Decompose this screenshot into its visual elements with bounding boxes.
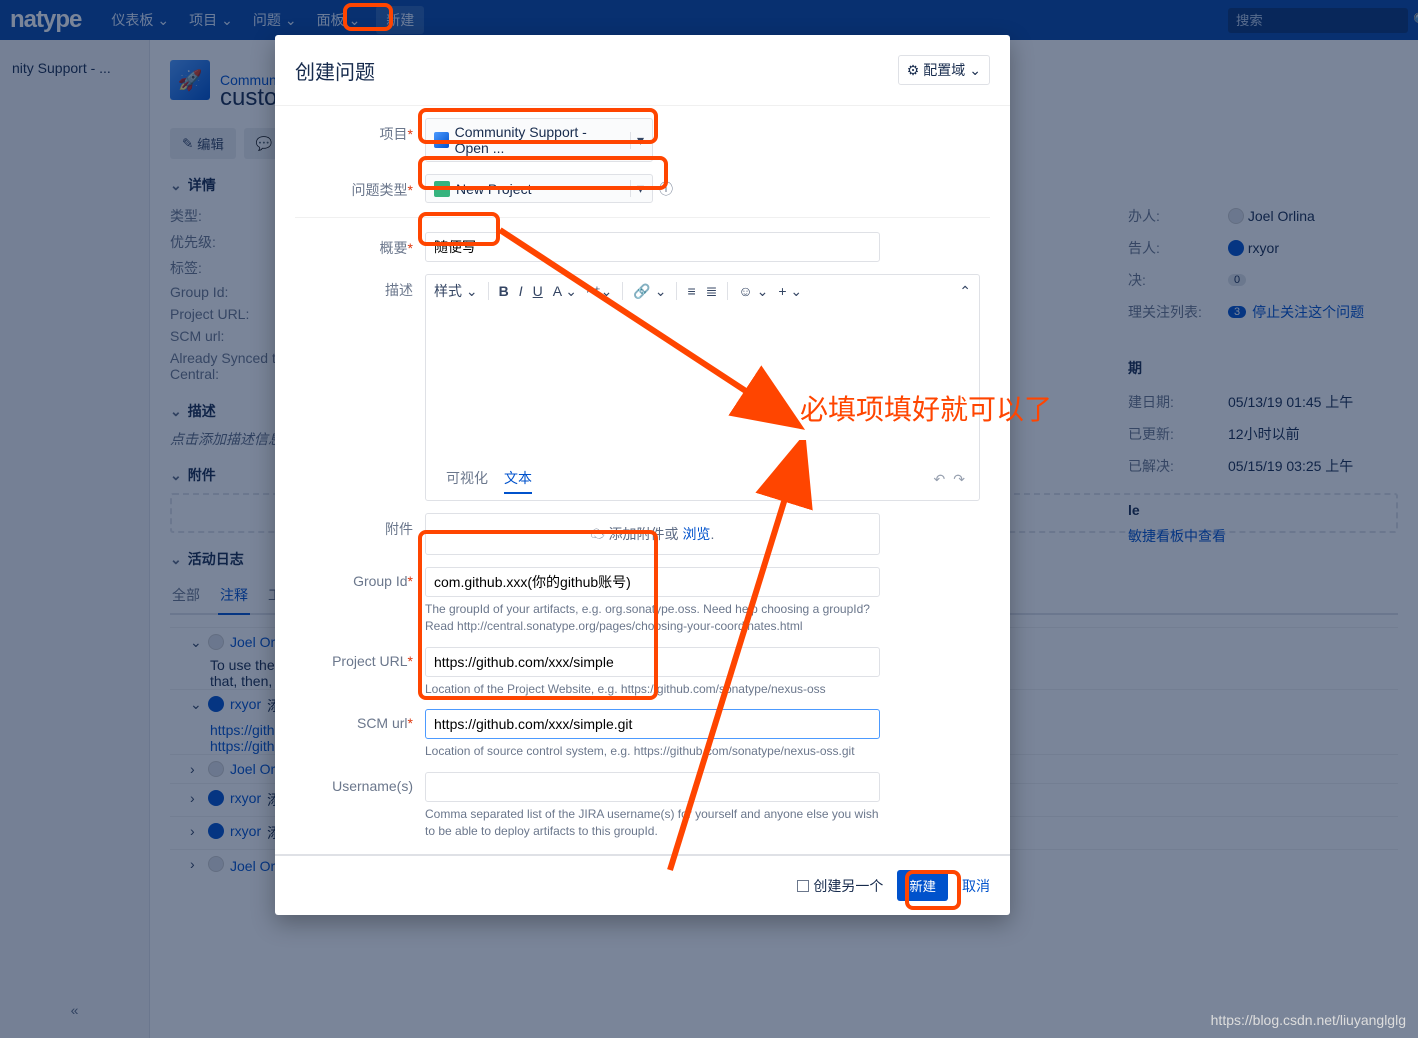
create-issue-modal: 创建问题 ⚙配置域⌄ 项目* Community Support - Open … [275, 35, 1010, 915]
color-icon[interactable]: A ⌄ [553, 283, 577, 300]
groupid-input[interactable] [425, 567, 880, 597]
attachment-label: 附件 [295, 513, 425, 539]
description-label: 描述 [295, 274, 425, 300]
projecturl-input[interactable] [425, 647, 880, 677]
editor-body[interactable] [426, 308, 979, 458]
create-another-checkbox[interactable]: 创建另一个 [797, 876, 883, 896]
chevron-down-icon: ⌄ [969, 62, 981, 79]
modal-body: 项目* Community Support - Open ...▾ 问题类型* … [275, 105, 1010, 854]
link-icon[interactable]: 🔗 ⌄ [633, 283, 666, 300]
editor-toolbar: 样式 ⌄ B I U A ⌄ ᴬ⁺⌄ 🔗 ⌄ ≡ ≣ ☺ ⌄ + ⌄ ⌃ [426, 275, 979, 308]
help-icon[interactable]: ⓘ [659, 179, 673, 199]
radio-none[interactable]: 无 [425, 852, 990, 854]
project-label: 项目* [295, 118, 425, 144]
chevron-down-icon: ▾ [630, 180, 644, 197]
cloud-upload-icon: ☁ [591, 526, 605, 542]
summary-input[interactable] [425, 232, 880, 262]
bold-icon[interactable]: B [499, 283, 509, 299]
watermark: https://blog.csdn.net/liuyanglglg [1211, 1012, 1406, 1028]
text-tab[interactable]: 文本 [504, 464, 532, 494]
groupid-hint: The groupId of your artifacts, e.g. org.… [425, 601, 880, 635]
redo-icon[interactable]: ↷ [953, 471, 965, 488]
collapse-icon[interactable]: ⌃ [959, 283, 971, 300]
scmurl-hint: Location of source control system, e.g. … [425, 743, 880, 760]
synced-label: Already Synced to Central [295, 852, 425, 854]
scmurl-input[interactable] [425, 709, 880, 739]
configure-fields-button[interactable]: ⚙配置域⌄ [898, 55, 990, 85]
undo-icon[interactable]: ↶ [934, 471, 946, 488]
groupid-label: Group Id* [295, 567, 425, 589]
username-label: Username(s) [295, 772, 425, 794]
numbered-list-icon[interactable]: ≣ [706, 283, 718, 300]
style-dropdown[interactable]: 样式 ⌄ [434, 281, 478, 301]
italic-icon[interactable]: I [519, 283, 523, 299]
bullet-list-icon[interactable]: ≡ [687, 283, 695, 299]
project-icon [434, 132, 449, 148]
scmurl-label: SCM url* [295, 709, 425, 731]
emoji-icon[interactable]: ☺ ⌄ [738, 283, 768, 300]
underline-icon[interactable]: U [533, 283, 543, 299]
gear-icon: ⚙ [907, 62, 920, 79]
issuetype-icon [434, 181, 450, 197]
projecturl-label: Project URL* [295, 647, 425, 669]
plus-icon[interactable]: + ⌄ [778, 283, 802, 300]
username-input[interactable] [425, 772, 880, 802]
submit-button[interactable]: 新建 [897, 870, 948, 901]
annotation-text: 必填项填好就可以了 [800, 388, 1052, 428]
browse-link[interactable]: 浏览 [682, 526, 710, 542]
summary-label: 概要* [295, 232, 425, 258]
username-hint: Comma separated list of the JIRA usernam… [425, 806, 880, 840]
modal-footer: 创建另一个 新建 取消 [275, 854, 1010, 915]
textstyle-icon[interactable]: ᴬ⁺⌄ [587, 283, 612, 300]
visual-tab[interactable]: 可视化 [446, 464, 488, 494]
chevron-down-icon: ▾ [630, 132, 644, 149]
modal-header: 创建问题 ⚙配置域⌄ [275, 35, 1010, 97]
project-select[interactable]: Community Support - Open ...▾ [425, 118, 653, 162]
projecturl-hint: Location of the Project Website, e.g. ht… [425, 681, 880, 698]
cancel-link[interactable]: 取消 [962, 876, 990, 896]
issuetype-select[interactable]: New Project▾ [425, 174, 653, 203]
modal-title: 创建问题 [295, 56, 375, 85]
attachment-dropzone[interactable]: ☁ 添加附件或 浏览. [425, 513, 880, 555]
issuetype-label: 问题类型* [295, 174, 425, 200]
